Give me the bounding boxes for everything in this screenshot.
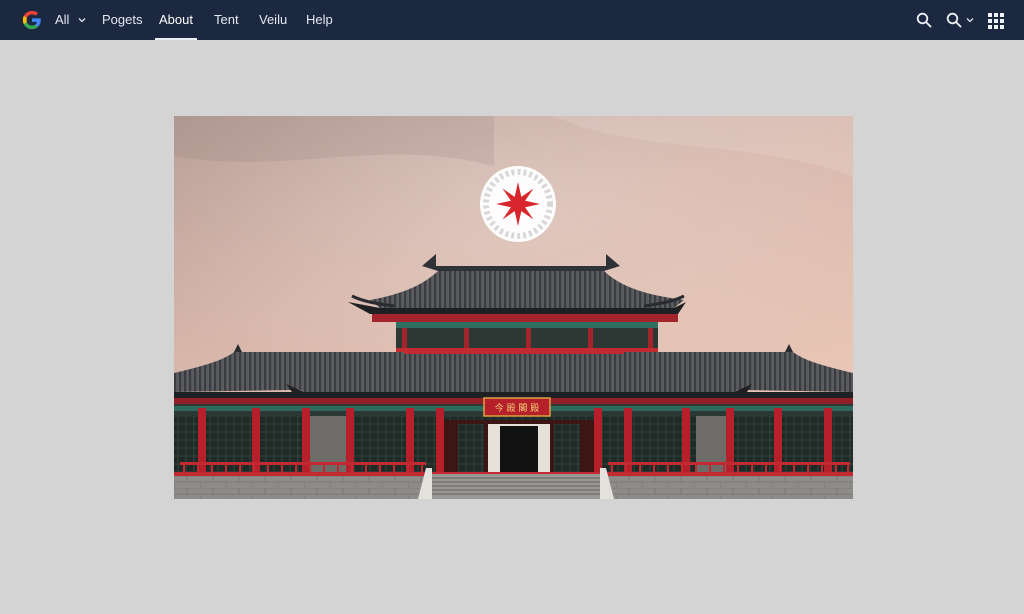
top-navigation-bar: All Pogets About Tent Veilu Help	[0, 0, 1024, 40]
temple-signboard: 今 殿 閣 殿	[483, 397, 551, 417]
nav-item-label: Pogets	[102, 12, 143, 27]
search-icon	[946, 12, 962, 28]
nav-item-label: Tent	[214, 12, 239, 27]
chevron-down-icon	[78, 17, 86, 22]
signboard-text: 今 殿 閣 殿	[495, 402, 540, 414]
nav-item-help[interactable]: Help	[306, 0, 333, 40]
chevron-down-icon	[966, 18, 974, 23]
nav-item-label: Veilu	[259, 12, 288, 27]
nav-all-dropdown[interactable]: All	[55, 0, 86, 40]
flower-emblem-icon	[480, 166, 556, 242]
nav-item-pogets[interactable]: Pogets	[102, 0, 142, 40]
main-content: 今 殿 閣 殿	[0, 40, 1024, 614]
hero-image-temple: 今 殿 閣 殿	[174, 116, 853, 499]
search-options-button[interactable]	[946, 10, 975, 30]
google-logo-icon[interactable]	[21, 9, 43, 31]
nav-item-label: About	[159, 12, 193, 27]
apps-grid-button[interactable]	[987, 11, 1005, 31]
nav-item-veilu[interactable]: Veilu	[259, 0, 287, 40]
nav-item-about[interactable]: About	[155, 0, 197, 40]
temple-illustration: 今 殿 閣 殿	[174, 116, 853, 499]
nav-all-label: All	[55, 12, 70, 27]
search-icon	[916, 12, 932, 28]
nav-item-label: Help	[306, 12, 333, 27]
nav-item-tent[interactable]: Tent	[214, 0, 239, 40]
apps-grid-icon	[988, 13, 1004, 29]
search-button[interactable]	[916, 10, 932, 30]
